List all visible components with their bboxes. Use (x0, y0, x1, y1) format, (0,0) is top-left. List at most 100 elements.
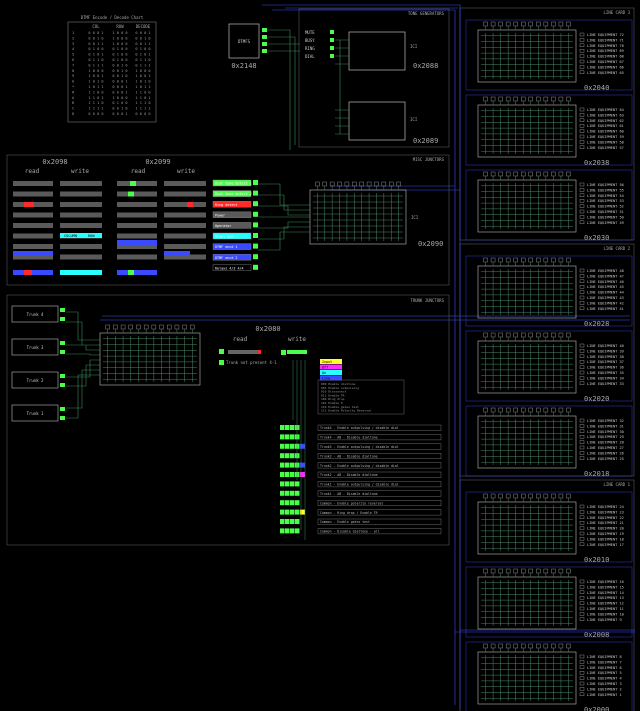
trunk-row-bit[interactable] (280, 434, 285, 440)
line-port (579, 59, 585, 64)
line-panel-address: 0x2000 (584, 706, 609, 711)
dtmf-row-decode: 1 1 0 1 (135, 96, 150, 100)
trunk-row-bit[interactable] (285, 472, 290, 477)
line-port (579, 220, 585, 225)
line-port (579, 612, 585, 616)
dtmf-row-col: 1 0 1 1 (88, 85, 103, 89)
trunk-row-bit[interactable] (290, 425, 295, 430)
trunk-row-bit[interactable] (285, 453, 290, 459)
dtmf-row-col: 0 0 0 1 (88, 31, 103, 35)
line-port (579, 32, 585, 37)
misc-control-label: Steel gun (215, 235, 233, 239)
trunk-row-bit[interactable] (285, 443, 290, 449)
line-equipment-label: LINE EQUIPMENT 57 (587, 146, 624, 150)
line-equipment-label: LINE EQUIPMENT 48 (587, 269, 624, 273)
trunk-port (60, 350, 65, 354)
line-equipment-label: LINE EQUIPMENT 39 (587, 349, 624, 353)
trunk-row-bit[interactable] (290, 443, 295, 449)
trunk-row-bit[interactable] (280, 472, 285, 477)
blue-bar (117, 240, 157, 245)
register-bit-bar (117, 181, 157, 186)
dtmf-row-key: 4 (72, 47, 74, 51)
line-port (579, 349, 585, 353)
trunk-row-bit[interactable] (280, 490, 285, 496)
trunk-port (60, 407, 65, 411)
line-equipment-label: LINE EQUIPMENT 32 (587, 419, 624, 423)
trunk-row-bit[interactable] (280, 425, 285, 430)
line-port (579, 665, 585, 669)
register-bit-bar (164, 244, 206, 249)
register-bit-bar (13, 233, 53, 239)
misc-control-label: Power (215, 213, 225, 217)
crosspoint-matrix (477, 257, 577, 319)
trunk-row-bit[interactable] (290, 519, 295, 524)
trunk-row-bit[interactable] (290, 453, 295, 459)
trunk-row-bit[interactable] (290, 481, 295, 487)
trunk-row-bit[interactable] (290, 528, 295, 534)
bit-on (128, 191, 134, 197)
line-equipment-label: LINE EQUIPMENT 45 (587, 285, 624, 289)
misc-ic-label: ICI (411, 215, 419, 220)
trunk-row-bit[interactable] (285, 481, 290, 487)
crosspoint-matrix (309, 181, 407, 245)
legend-label: Off (322, 366, 328, 370)
trunk-row-label: Trunk2 - Enable outpulsing / disable dia… (320, 464, 399, 468)
line-equipment-label: LINE EQUIPMENT 68 (587, 55, 624, 59)
misc-addr-right: 0x2099 (145, 158, 170, 166)
dtmf-row-decode: 0 0 1 1 (135, 42, 150, 46)
trunk-row-bit[interactable] (290, 462, 295, 468)
trunk-row-bit[interactable] (295, 490, 300, 496)
trunk-row-bit[interactable] (285, 509, 290, 515)
line-equipment-label: LINE EQUIPMENT 2 (587, 687, 622, 691)
dtmf-row-key: * (72, 85, 74, 89)
line-port (579, 198, 585, 203)
tone-input-port (330, 54, 334, 58)
trunk-row-bit[interactable] (280, 528, 285, 534)
trunk-row-bit[interactable] (285, 500, 290, 506)
trunk-row-bit[interactable] (290, 509, 295, 515)
dtmf-row-row: 0 1 0 0 (112, 53, 127, 57)
trunk-row-bit[interactable] (280, 462, 285, 468)
dtmf-row-decode: 0 1 1 1 (135, 63, 150, 67)
tone-generators: TONE GENERATORS MUTE BUSY RING DIAL ICI ICI… (268, 8, 450, 150)
trunk-row-bit[interactable] (295, 528, 300, 534)
trunk-row-bit[interactable] (285, 528, 290, 534)
trunk-row-bit[interactable] (280, 500, 285, 506)
line-equipment-label: LINE EQUIPMENT 15 (587, 585, 624, 589)
trunk-row-bit[interactable] (295, 519, 300, 524)
register-bit-bar (13, 244, 53, 249)
trunk-row-bit[interactable] (295, 509, 300, 515)
trunk-row-bit[interactable] (295, 500, 300, 506)
trunk-row-bit[interactable] (280, 509, 285, 515)
trunk-row-bit[interactable] (280, 443, 285, 449)
misc-read-right: read (131, 168, 146, 175)
line-equipment-label: LINE EQUIPMENT 3 (587, 682, 622, 686)
trunk-row-bit[interactable] (280, 481, 285, 487)
trunk-row-bit[interactable] (285, 434, 290, 440)
trunk-row-bit[interactable] (290, 500, 295, 506)
trunk-row-bit[interactable] (280, 453, 285, 459)
line-equipment-label: LINE EQUIPMENT 25 (587, 457, 624, 461)
dtmf-row-decode: 0 1 0 1 (135, 53, 150, 57)
trunk-row-bit[interactable] (285, 425, 290, 430)
trunk-row-bit[interactable] (285, 462, 290, 468)
register-bit-bar (117, 191, 157, 197)
trunk-row-bit[interactable] (290, 472, 295, 477)
bit-red (24, 270, 32, 275)
line-port (579, 585, 585, 589)
trunk-row-bit[interactable] (280, 519, 285, 524)
line-port (579, 193, 585, 198)
trunk-row-bit[interactable] (285, 519, 290, 524)
dtmf-header-decode: DECODE (136, 24, 151, 29)
trunk-row-label: Common - Ring drop / Enable TR (320, 511, 378, 515)
crosspoint-matrix (477, 643, 577, 705)
line-port (579, 692, 585, 696)
trunk-row-bit[interactable] (295, 481, 300, 487)
trunk-row-bit[interactable] (290, 434, 295, 440)
trunk-row-bit[interactable] (290, 490, 295, 496)
line-equipment-label: LINE EQUIPMENT 65 (587, 71, 624, 75)
misc-control-label: Ring detect (215, 203, 237, 207)
line-equipment-label: LINE EQUIPMENT 51 (587, 210, 624, 214)
trunk-row-bit[interactable] (285, 490, 290, 496)
line-port (579, 343, 585, 348)
